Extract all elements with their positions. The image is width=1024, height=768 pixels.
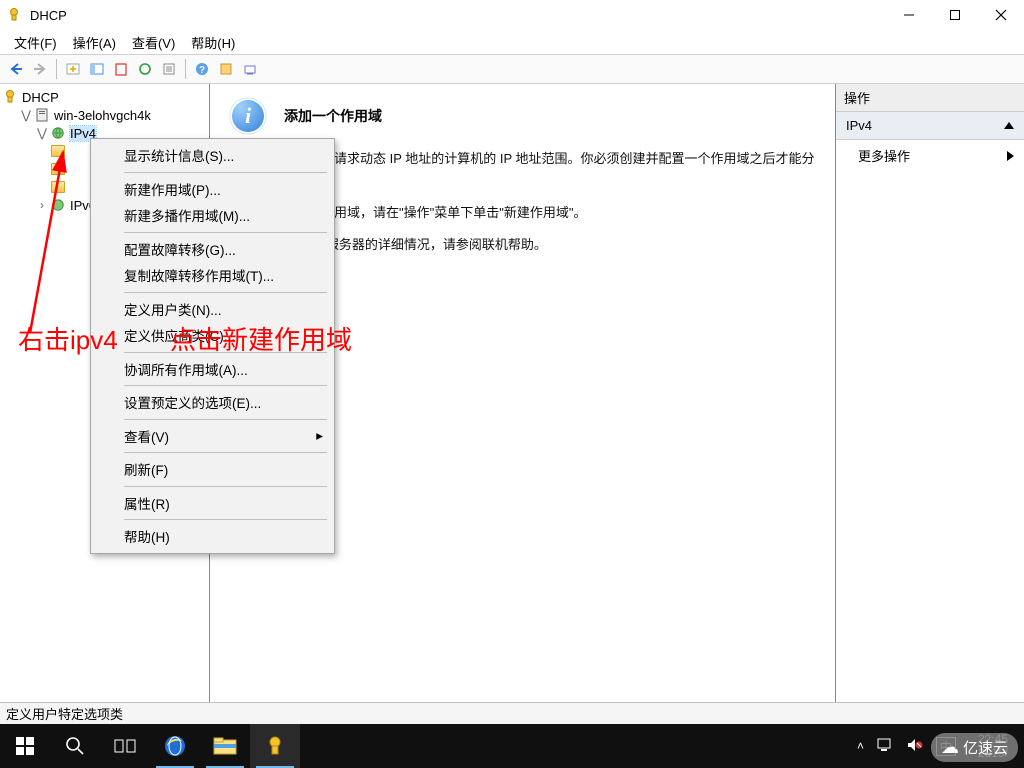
ctx-separator [124, 419, 327, 420]
status-bar: 定义用户特定选项类 [0, 702, 1024, 724]
taskbar: ˄ 中 22:45 2019/ [0, 724, 1024, 768]
tree-server[interactable]: ⋁ win-3elohvgch4k [2, 106, 207, 124]
tray-up-icon[interactable]: ˄ [857, 739, 864, 753]
toolbar-separator [185, 59, 186, 79]
ctx-copy-failover[interactable]: 复制故障转移作用域(T)... [94, 262, 331, 289]
title-bar: DHCP [0, 0, 1024, 30]
tree-root[interactable]: DHCP [2, 88, 207, 106]
status-text: 定义用户特定选项类 [6, 704, 123, 723]
watermark-text: 亿速云 [963, 737, 1008, 758]
watermark: ☁ 亿速云 [931, 733, 1018, 762]
expand-toggle[interactable]: ⋁ [18, 108, 34, 122]
show-hide-tree-button[interactable] [86, 58, 108, 80]
cloud-icon: ☁ [941, 737, 959, 758]
properties-button[interactable] [215, 58, 237, 80]
content-heading: 添加一个作用域 [284, 106, 382, 126]
ctx-predefined-options[interactable]: 设置预定义的选项(E)... [94, 389, 331, 416]
svg-text:?: ? [199, 65, 205, 76]
collapse-up-icon [1004, 122, 1014, 129]
ctx-separator [124, 452, 327, 453]
taskbar-dhcp[interactable] [250, 724, 300, 768]
ctx-separator [124, 292, 327, 293]
ctx-config-failover[interactable]: 配置故障转移(G)... [94, 236, 331, 263]
minimize-button[interactable] [886, 0, 932, 30]
ctx-separator [124, 172, 327, 173]
start-button[interactable] [0, 724, 50, 768]
folder-icon [50, 179, 66, 195]
nav-back-button[interactable] [5, 58, 27, 80]
menu-bar: 文件(F) 操作(A) 查看(V) 帮助(H) [0, 30, 1024, 54]
ctx-separator [124, 385, 327, 386]
actions-more[interactable]: 更多操作 [836, 140, 1024, 171]
chevron-right-icon: ▸ [316, 428, 323, 444]
network-icon[interactable] [876, 737, 894, 756]
taskbar-explorer[interactable] [200, 724, 250, 768]
actions-more-label: 更多操作 [858, 146, 910, 165]
manage-button[interactable] [239, 58, 261, 80]
ctx-help[interactable]: 帮助(H) [94, 523, 331, 550]
toolbar: ? [0, 54, 1024, 84]
window-title: DHCP [30, 8, 886, 23]
toolbar-separator [56, 59, 57, 79]
menu-view[interactable]: 查看(V) [124, 31, 183, 54]
ctx-separator [124, 232, 327, 233]
ctx-separator [124, 486, 327, 487]
tree-root-label: DHCP [22, 90, 59, 105]
export-list-button[interactable] [158, 58, 180, 80]
ctx-properties[interactable]: 属性(R) [94, 490, 331, 517]
actions-section-label: IPv4 [846, 118, 872, 133]
info-icon: i [230, 98, 266, 134]
folder-icon [50, 161, 66, 177]
dhcp-app-icon [6, 7, 22, 23]
menu-help[interactable]: 帮助(H) [183, 31, 243, 54]
tree-server-label: win-3elohvgch4k [54, 108, 151, 123]
ctx-show-stats[interactable]: 显示统计信息(S)... [94, 142, 331, 169]
expand-toggle[interactable]: ⋁ [34, 126, 50, 140]
task-view-button[interactable] [100, 724, 150, 768]
ctx-define-user-class[interactable]: 定义用户类(N)... [94, 296, 331, 323]
maximize-button[interactable] [932, 0, 978, 30]
help-button[interactable]: ? [191, 58, 213, 80]
nav-forward-button[interactable] [29, 58, 51, 80]
actions-panel: 操作 IPv4 更多操作 [836, 84, 1024, 702]
delete-button[interactable] [110, 58, 132, 80]
expand-toggle[interactable]: › [34, 198, 50, 212]
search-button[interactable] [50, 724, 100, 768]
annotation-left: 右击ipv4 [18, 320, 118, 357]
actions-section-ipv4[interactable]: IPv4 [836, 112, 1024, 140]
close-button[interactable] [978, 0, 1024, 30]
dhcp-icon [2, 89, 18, 105]
ipv4-icon [50, 125, 66, 141]
ctx-reconcile[interactable]: 协调所有作用域(A)... [94, 356, 331, 383]
menu-action[interactable]: 操作(A) [65, 31, 124, 54]
refresh-button[interactable] [134, 58, 156, 80]
ctx-refresh[interactable]: 刷新(F) [94, 456, 331, 483]
taskbar-ie[interactable] [150, 724, 200, 768]
ctx-separator [124, 519, 327, 520]
folder-icon [50, 143, 66, 159]
ipv6-icon [50, 197, 66, 213]
window-controls [886, 0, 1024, 30]
chevron-right-icon [1007, 151, 1014, 161]
add-button[interactable] [62, 58, 84, 80]
ctx-new-scope[interactable]: 新建作用域(P)... [94, 176, 331, 203]
volume-icon[interactable] [906, 737, 924, 756]
ctx-new-multicast[interactable]: 新建多播作用域(M)... [94, 202, 331, 229]
annotation-right: 点击新建作用域 [170, 320, 352, 357]
menu-file[interactable]: 文件(F) [6, 31, 65, 54]
ctx-view[interactable]: 查看(V)▸ [94, 423, 331, 450]
actions-header: 操作 [836, 84, 1024, 112]
server-icon [34, 107, 50, 123]
